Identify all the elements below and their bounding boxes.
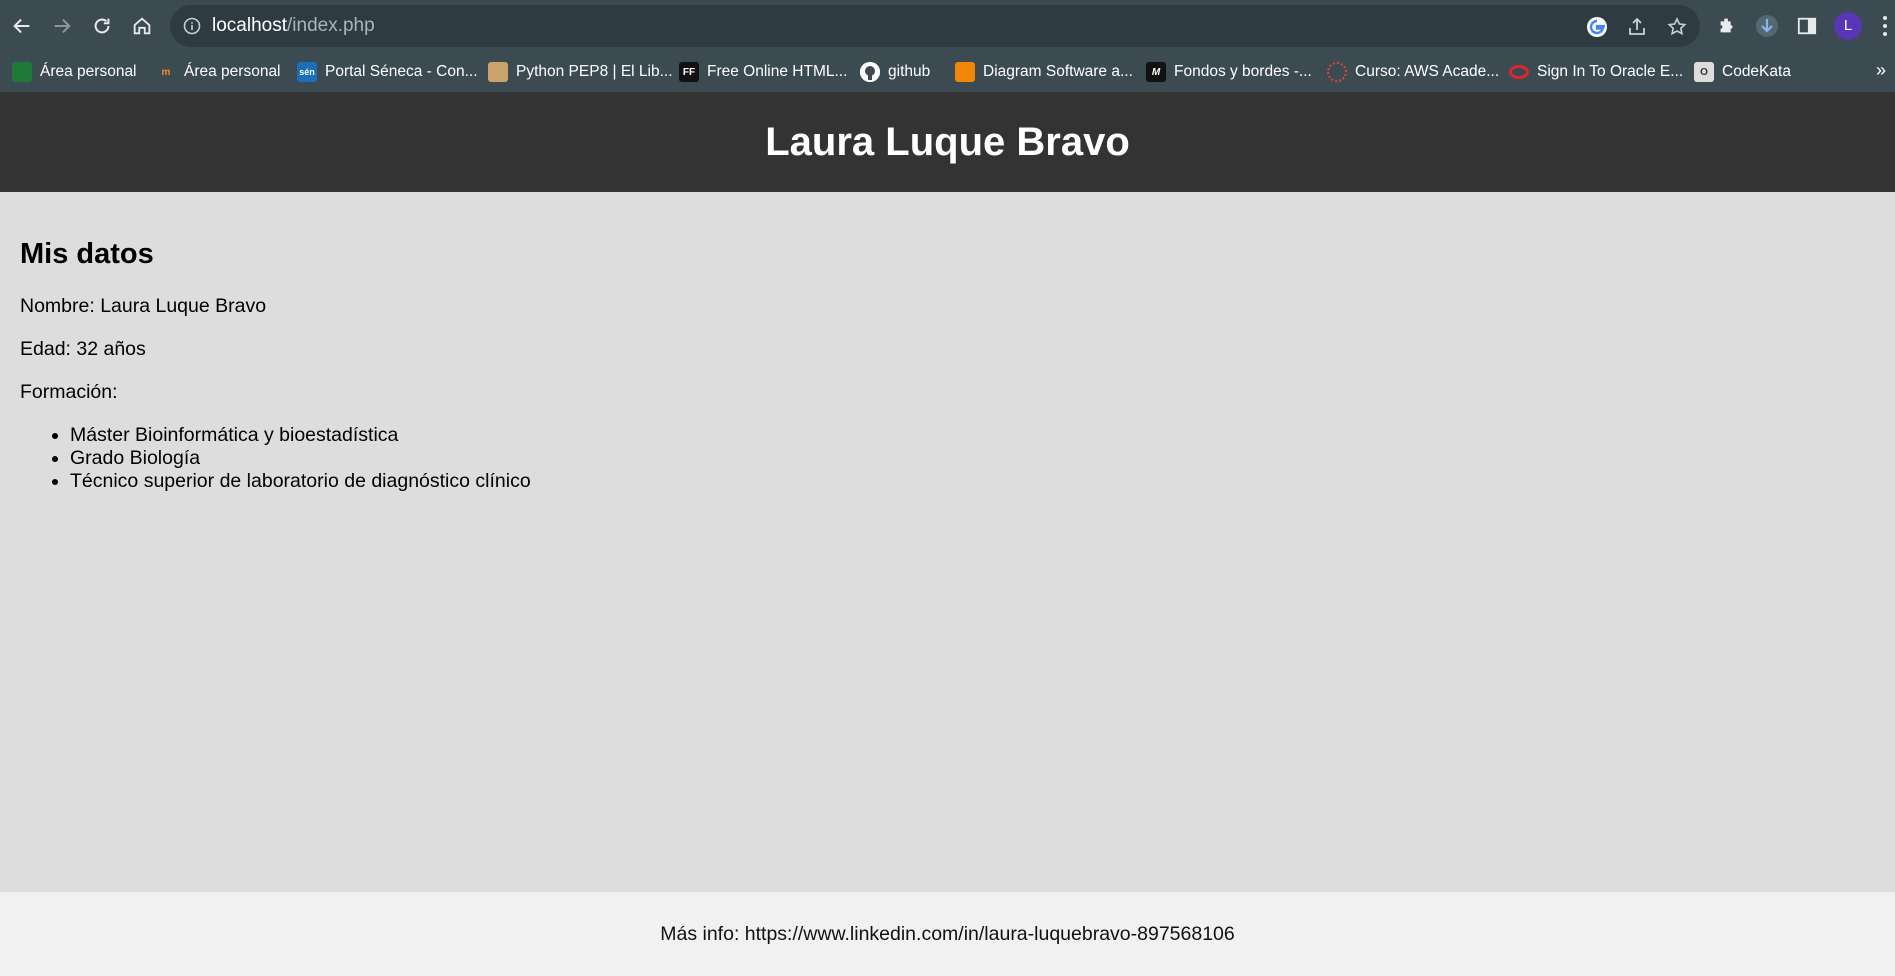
bookmark-label: Diagram Software a... bbox=[983, 63, 1133, 80]
section-title: Mis datos bbox=[20, 238, 154, 270]
bookmark-python-icon bbox=[488, 62, 508, 82]
bookmark-aws-icon bbox=[1327, 62, 1347, 82]
page-title: Laura Luque Bravo bbox=[765, 119, 1130, 164]
bookmark-label: Python PEP8 | El Lib... bbox=[516, 63, 673, 80]
formacion-label: Formación: bbox=[20, 381, 118, 403]
bookmark-seneca-icon: sén bbox=[297, 62, 317, 82]
bookmark-label: Sign In To Oracle E... bbox=[1537, 63, 1684, 80]
list-item: Máster Bioinformática y bioestadística bbox=[70, 424, 531, 447]
google-icon[interactable] bbox=[1586, 16, 1608, 38]
url-host: localhost bbox=[212, 15, 287, 36]
kebab-menu-icon[interactable] bbox=[1880, 14, 1890, 38]
github-icon bbox=[860, 62, 880, 82]
bookmark-item[interactable]: FF Free Online HTML... bbox=[679, 52, 847, 92]
extensions-puzzle-icon[interactable] bbox=[1714, 13, 1740, 39]
main-content: Mis datos Nombre: Laura Luque Bravo Edad… bbox=[20, 238, 531, 493]
bookmark-item[interactable]: O CodeKata bbox=[1694, 52, 1791, 92]
list-item: Técnico superior de laboratorio de diagn… bbox=[70, 470, 531, 493]
edad-text: Edad: 32 años bbox=[20, 338, 146, 360]
bookmark-moodle-icon: m bbox=[161, 66, 171, 78]
bookmark-oracle-icon bbox=[1509, 65, 1529, 79]
bookmark-label: Portal Séneca - Con... bbox=[325, 63, 478, 80]
back-arrow-icon[interactable] bbox=[6, 10, 38, 42]
site-info-icon[interactable] bbox=[182, 16, 202, 36]
bookmark-item[interactable]: github bbox=[860, 52, 930, 92]
bookmark-item[interactable]: sén Portal Séneca - Con... bbox=[297, 52, 478, 92]
bookmark-item[interactable]: M Fondos y bordes -... bbox=[1146, 52, 1312, 92]
profile-avatar[interactable]: L bbox=[1834, 12, 1862, 40]
bookmark-label: github bbox=[888, 63, 931, 80]
bookmark-item[interactable]: m Área personal bbox=[156, 52, 281, 92]
bookmark-item[interactable]: Sign In To Oracle E... bbox=[1509, 52, 1683, 92]
browser-toolbar: localhost/index.php L bbox=[0, 0, 1895, 52]
bookmark-item[interactable]: Diagram Software a... bbox=[955, 52, 1133, 92]
bookmark-label: Free Online HTML... bbox=[707, 63, 848, 80]
nombre-text: Nombre: Laura Luque Bravo bbox=[20, 295, 267, 317]
address-bar[interactable]: localhost/index.php bbox=[170, 5, 1700, 47]
bookmark-item[interactable]: Área personal bbox=[12, 52, 137, 92]
bookmark-m-icon: M bbox=[1146, 62, 1166, 82]
more-bookmarks-chevron-icon[interactable]: » bbox=[1876, 60, 1886, 81]
forward-arrow-icon[interactable] bbox=[46, 10, 78, 42]
page-footer: Más info: https://www.linkedin.com/in/la… bbox=[0, 892, 1895, 976]
bookmark-item[interactable]: Curso: AWS Acade... bbox=[1327, 52, 1499, 92]
bookmark-label: CodeKata bbox=[1722, 63, 1791, 80]
home-icon[interactable] bbox=[126, 10, 158, 42]
share-icon[interactable] bbox=[1626, 16, 1648, 38]
bookmark-codekata-icon: O bbox=[1694, 62, 1714, 82]
bookmark-label: Área personal bbox=[40, 63, 137, 80]
bookmark-diagram-icon bbox=[955, 62, 975, 82]
bookmark-label: Fondos y bordes -... bbox=[1174, 63, 1312, 80]
star-icon[interactable] bbox=[1666, 16, 1688, 38]
url-path: /index.php bbox=[287, 15, 375, 36]
side-panel-icon[interactable] bbox=[1794, 13, 1820, 39]
bookmark-label: Área personal bbox=[184, 63, 281, 80]
footer-text: Más info: https://www.linkedin.com/in/la… bbox=[660, 922, 1235, 945]
list-item: Grado Biología bbox=[70, 447, 531, 470]
reload-icon[interactable] bbox=[86, 10, 118, 42]
bookmark-label: Curso: AWS Acade... bbox=[1355, 63, 1500, 80]
bookmark-item[interactable]: Python PEP8 | El Lib... bbox=[488, 52, 673, 92]
bookmarks-bar: Área personal m Área personal sén Portal… bbox=[0, 52, 1895, 92]
download-icon[interactable] bbox=[1754, 13, 1780, 39]
bookmark-a-icon bbox=[12, 62, 32, 82]
url-text[interactable]: localhost/index.php bbox=[212, 5, 375, 47]
bookmark-ff-icon: FF bbox=[679, 62, 699, 82]
formacion-list: Máster Bioinformática y bioestadística G… bbox=[70, 424, 531, 493]
page-header: Laura Luque Bravo bbox=[0, 92, 1895, 192]
